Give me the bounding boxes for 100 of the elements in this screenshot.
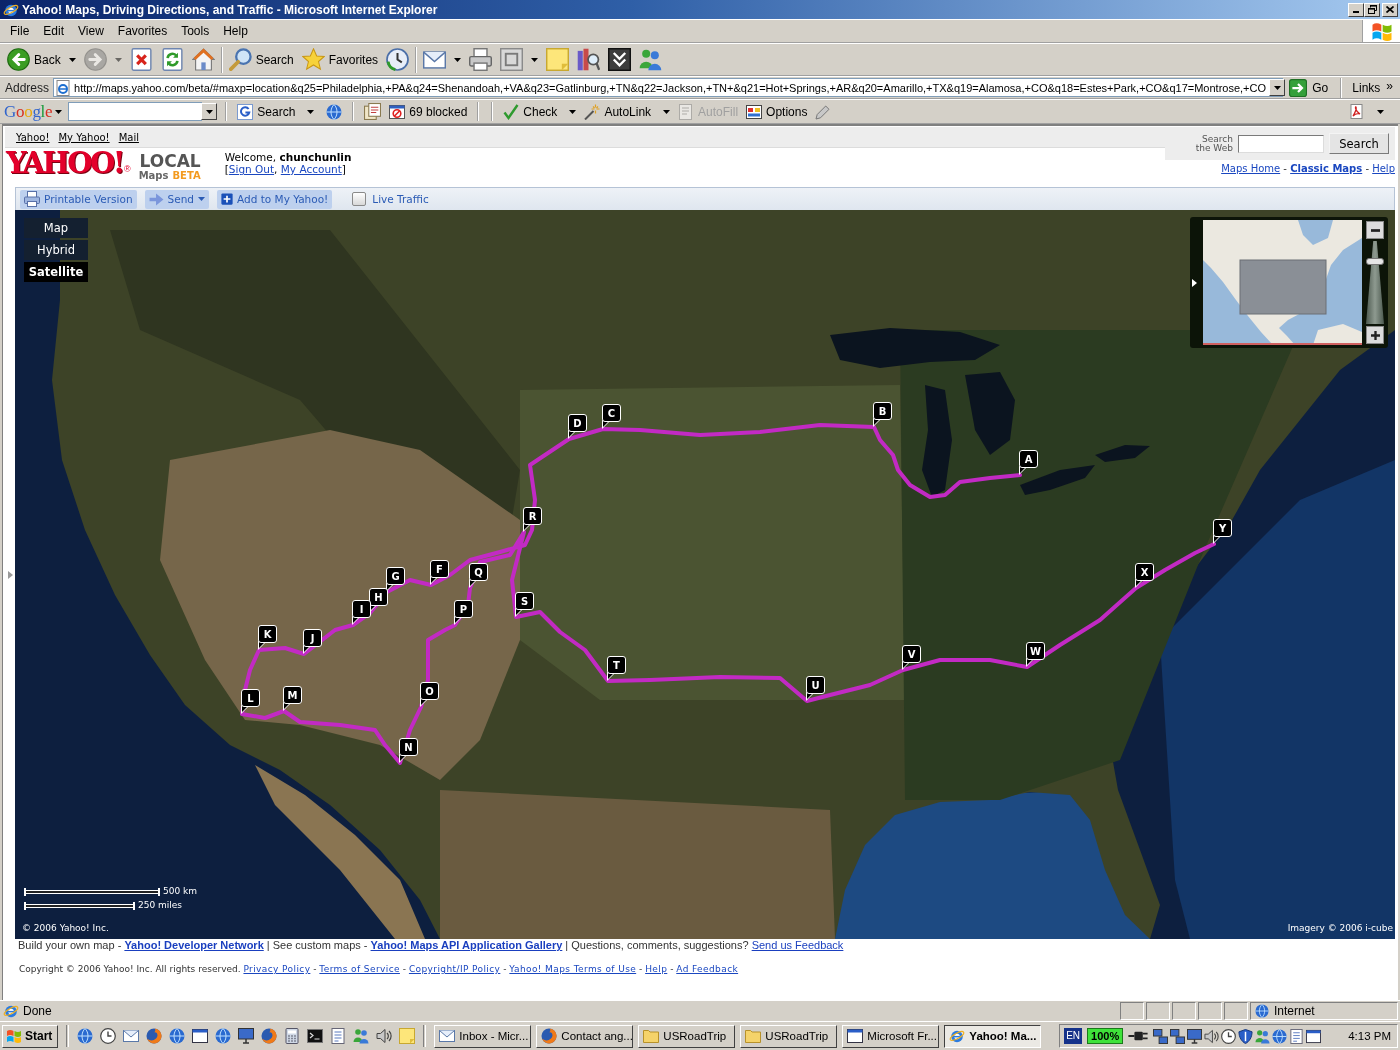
text-link[interactable]: Yahoo! Maps API Application Gallery [370,939,563,951]
map-type-tab[interactable]: Satellite [24,262,88,282]
text-link[interactable]: Classic Maps [1290,163,1363,174]
search-button[interactable]: Search [1329,133,1389,154]
add-to-my-yahoo-button[interactable]: Add to My Yahoo! [217,189,333,209]
start-button[interactable]: Start [2,1024,59,1048]
globe-icon[interactable] [169,1028,186,1044]
network-icon[interactable] [1153,1028,1169,1044]
account-links-text: [Sign Out, My Account] [224,163,347,175]
search-field[interactable] [1238,134,1324,153]
address-field[interactable]: http://maps.yahoo.com/beta/#maxp=location&q25=Philadelphia,+PA&q24=Shenandoah,+VA&q23=Gatlinburg,+TN&q22=Jackson,+TN+&q21=Hot+Springs,+AR&q20=Amarillo,+TX&q19=Alamosa,+CO&q18=Estes+Park,+CO&q17=Montrose,+CO [53,78,1284,97]
text-link[interactable]: Help [1372,163,1395,174]
people-icon[interactable] [353,1028,370,1044]
page-icon [55,79,72,96]
options-button[interactable]: Options [744,101,810,122]
text-link[interactable]: Privacy Policy [243,964,311,974]
language-indicator[interactable]: EN [1064,1028,1083,1044]
terminal-icon[interactable] [307,1028,324,1044]
zoom-slider-track[interactable] [1366,241,1384,324]
window-icon[interactable] [192,1028,209,1044]
clock-icon[interactable] [100,1028,117,1044]
back-button[interactable]: Back [3,44,80,75]
caret-right-icon[interactable] [1192,278,1197,287]
window-icon[interactable] [1306,1028,1322,1044]
toolbar-logo[interactable]: Google [4,101,53,122]
menu-item[interactable]: Favorites [110,22,175,40]
text-link[interactable]: Help [645,964,668,974]
spell-check-button[interactable]: Check [501,101,579,122]
checkbox-label[interactable]: Live Traffic [372,193,429,205]
globe-icon[interactable] [77,1028,94,1044]
speaker-icon[interactable] [1204,1028,1220,1044]
text-link[interactable]: Maps Home [1221,163,1281,174]
document-button[interactable] [1347,101,1386,122]
document-icon[interactable] [1289,1028,1305,1044]
text-link[interactable]: Copyright/IP Policy [408,964,501,974]
dropdown-button[interactable] [1269,79,1286,96]
calculator-icon[interactable] [284,1028,301,1044]
clock-icon[interactable] [1221,1028,1237,1044]
send-button[interactable]: Send [144,189,210,209]
site-logo[interactable]: YAHOO! [6,148,123,178]
minimize-icon [1353,11,1359,13]
minimize-button[interactable] [1348,2,1364,17]
menu-item[interactable]: View [71,22,111,40]
globe-button[interactable] [324,101,345,122]
envelope-icon[interactable] [123,1028,140,1044]
search-field[interactable] [68,102,203,121]
text-link[interactable]: Yahoo! [16,131,50,143]
menu-item[interactable]: Help [216,22,255,40]
zoom-slider-thumb[interactable] [1366,258,1384,265]
document-icon[interactable] [330,1028,347,1044]
network-icon[interactable] [1170,1028,1186,1044]
links-button[interactable]: Links » [1346,80,1397,95]
search-label: Search the Web [1194,134,1233,153]
globe-icon[interactable] [1272,1028,1288,1044]
taskbar-button[interactable]: USRoadTrip [638,1024,736,1048]
power-plug-icon[interactable] [1128,1030,1149,1042]
autolink-button[interactable]: AutoLink [582,101,673,122]
globe-icon[interactable] [261,1028,278,1044]
popup-blocker-button[interactable]: 69 blocked [387,101,470,122]
status-bar-pane [1224,1002,1248,1020]
favorites-button[interactable]: Favorites [297,44,383,75]
globe-icon[interactable] [215,1028,232,1044]
menu-item[interactable]: File [3,22,37,40]
map-type-tab[interactable]: Hybrid [24,240,88,260]
zoom-out-button[interactable] [1366,221,1384,239]
shield-icon[interactable] [1238,1028,1254,1044]
taskbar-button[interactable]: Contact ang... [536,1024,634,1048]
taskbar-button[interactable]: Microsoft Fr... [842,1024,940,1048]
close-button[interactable] [1382,2,1398,17]
zoom-in-button[interactable] [1366,326,1384,344]
monitor-icon[interactable] [238,1028,255,1044]
restore-button[interactable] [1364,2,1380,17]
search-button[interactable]: Search [224,44,298,75]
text-link[interactable]: Yahoo! Developer Network [124,939,264,951]
search-button[interactable]: Search [235,101,298,122]
printable-version-button[interactable]: Printable Version [20,189,137,209]
dropdown-button[interactable] [201,103,218,120]
taskbar-button[interactable]: Yahoo! Ma... [944,1024,1042,1048]
text-link[interactable]: Send us Feedback [751,939,844,951]
text-link[interactable]: My Yahoo! [58,131,110,143]
taskbar-button[interactable]: USRoadTrip [740,1024,838,1048]
checkbox[interactable] [352,192,367,206]
printer-icon [469,48,493,71]
monitor-icon[interactable] [1187,1028,1203,1044]
go-button[interactable]: Go [1287,77,1337,98]
taskbar-button[interactable]: Inbox - Micr... [434,1024,532,1048]
text-link[interactable]: Mail [118,131,139,143]
notes-button[interactable] [362,101,384,122]
satellite-map-drawing[interactable] [15,210,1395,939]
text-link[interactable]: Ad Feedback [676,964,739,974]
menu-item[interactable]: Edit [36,22,72,40]
battery-indicator[interactable]: 100% [1087,1028,1124,1044]
text-link[interactable]: Yahoo! Maps Terms of Use [509,964,637,974]
globe-icon[interactable] [146,1028,163,1044]
text-link[interactable]: My Account [280,163,342,175]
minus-icon [1370,228,1380,232]
text-link[interactable]: Terms of Service [319,964,400,974]
map-type-tab[interactable]: Map [24,218,88,238]
speaker-icon[interactable] [376,1028,393,1044]
menu-item[interactable]: Tools [174,22,217,40]
